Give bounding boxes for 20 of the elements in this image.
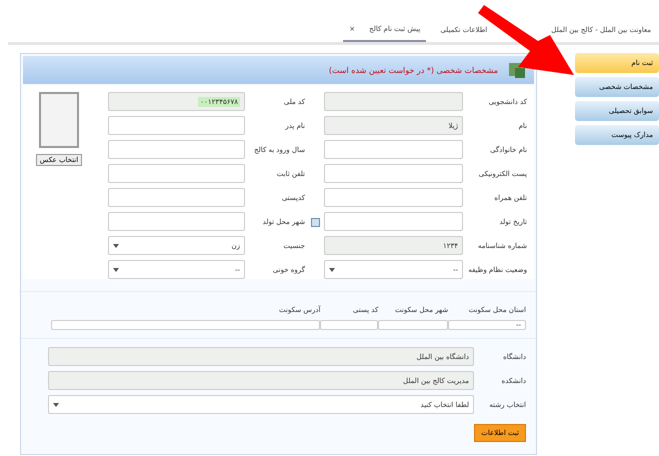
input-field[interactable]	[324, 164, 463, 183]
input-field[interactable]	[378, 320, 448, 330]
input-field[interactable]	[324, 92, 463, 111]
input-field[interactable]	[108, 188, 245, 207]
calendar-icon[interactable]	[311, 216, 320, 226]
input-field[interactable]	[50, 320, 320, 330]
input-field[interactable]	[324, 140, 463, 159]
caret-icon	[113, 244, 119, 248]
caret-icon	[53, 402, 59, 406]
caret-icon	[329, 268, 335, 272]
input-field[interactable]	[108, 164, 245, 183]
input-field[interactable]	[320, 320, 378, 330]
photo-placeholder	[39, 92, 79, 148]
input-field[interactable]	[108, 116, 245, 135]
input-field[interactable]	[324, 212, 463, 231]
panel-title: مشخصات شخصی (* در خواست تعیین شده است)	[328, 66, 498, 74]
input-field[interactable]	[108, 212, 245, 231]
caret-icon	[113, 268, 119, 272]
input-field[interactable]	[108, 140, 245, 159]
input-field[interactable]	[324, 188, 463, 207]
